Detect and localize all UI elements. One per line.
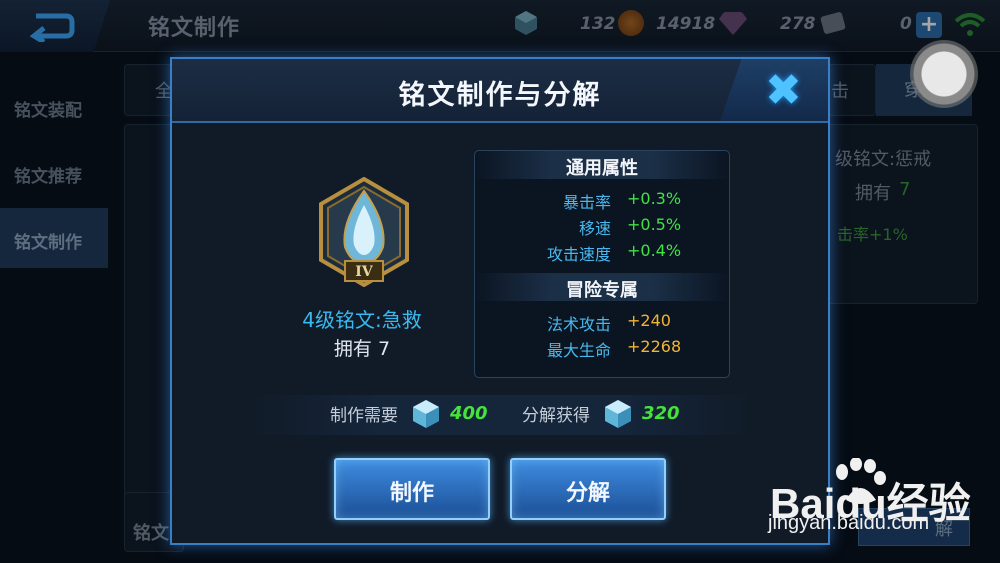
stat-value: +0.5% bbox=[627, 215, 682, 234]
rune-name: 4级铭文:急救 bbox=[302, 308, 422, 332]
stat-row: 移速 +0.5% bbox=[475, 215, 729, 241]
craft-cost-value: 400 bbox=[450, 403, 488, 424]
attribute-panel: 通用属性 暴击率 +0.3% 移速 +0.5% 攻击速度 +0.4% 冒险专属 … bbox=[474, 150, 730, 378]
stat-value: +240 bbox=[627, 311, 671, 330]
crystal-icon bbox=[605, 400, 631, 428]
decompose-button[interactable]: 分解 bbox=[510, 458, 666, 520]
rune-owned-count: 拥有 7 bbox=[333, 338, 391, 360]
adventure-attributes-header: 冒险专属 bbox=[475, 273, 729, 301]
watermark-url: jingyan.baidu.com bbox=[768, 512, 930, 534]
stat-row: 攻击速度 +0.4% bbox=[475, 241, 729, 267]
stat-row: 暴击率 +0.3% bbox=[475, 189, 729, 215]
stat-key: 攻击速度 bbox=[546, 245, 611, 264]
rune-craft-dialog: 铭文制作与分解 ✖ IV 4级铭文:急救 拥有 7 通用属性 暴击率 +0.3%… bbox=[170, 57, 830, 545]
close-icon: ✖ bbox=[765, 65, 802, 116]
rune-level-label: IV bbox=[355, 264, 374, 280]
stat-key: 移速 bbox=[578, 219, 611, 238]
rune-emblem-icon: IV bbox=[319, 177, 409, 287]
stat-key: 暴击率 bbox=[562, 193, 611, 212]
stat-value: +0.4% bbox=[627, 241, 682, 260]
decompose-gain-value: 320 bbox=[642, 403, 680, 424]
stat-key: 最大生命 bbox=[546, 341, 611, 360]
stat-row: 法术攻击 +240 bbox=[475, 311, 729, 337]
stat-value: +0.3% bbox=[627, 189, 682, 208]
floating-assist-button[interactable] bbox=[910, 40, 978, 108]
craft-button[interactable]: 制作 bbox=[334, 458, 490, 520]
stat-row: 最大生命 +2268 bbox=[475, 337, 729, 363]
craft-cost-label: 制作需要 bbox=[330, 406, 398, 426]
stat-value: +2268 bbox=[627, 337, 682, 356]
decompose-gain-label: 分解获得 bbox=[522, 406, 590, 426]
crystal-icon bbox=[413, 400, 439, 428]
stat-key: 法术攻击 bbox=[546, 315, 611, 334]
general-attributes-header: 通用属性 bbox=[475, 151, 729, 179]
